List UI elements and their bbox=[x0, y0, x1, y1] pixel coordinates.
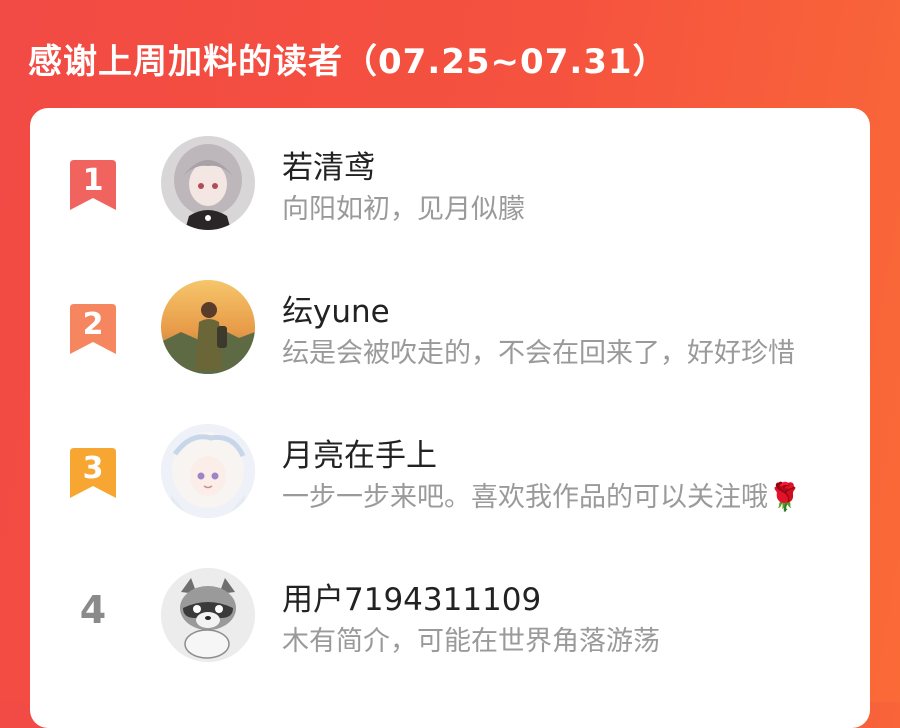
rank-ribbon-2-icon: 2 bbox=[70, 304, 116, 354]
reader-name[interactable]: 用户7194311109 bbox=[282, 574, 541, 619]
rank-number: 1 bbox=[82, 163, 104, 198]
reader-name[interactable]: 月亮在手上 bbox=[282, 430, 437, 475]
rank-number: 4 bbox=[79, 588, 107, 632]
rank-number: 3 bbox=[82, 451, 104, 486]
avatar-anime-white-hair-icon[interactable] bbox=[161, 424, 255, 518]
reader-row[interactable]: 4 用户7194311109 木有简介，可能在世界角落游荡 bbox=[30, 540, 870, 670]
rank-ribbon-3-icon: 3 bbox=[70, 448, 116, 498]
reader-name[interactable]: 若清鸢 bbox=[282, 142, 375, 187]
reader-row[interactable]: 2 纭yune 纭是会被吹走的，不会在回来了，好好珍惜 bbox=[30, 252, 870, 382]
reader-bio: 纭是会被吹走的，不会在回来了，好好珍惜 bbox=[282, 338, 795, 369]
reader-row[interactable]: 1 若清鸢 向阳如初，见月似朦 bbox=[30, 108, 870, 238]
avatar-anime-girl-icon[interactable] bbox=[161, 136, 255, 230]
rank-ribbon-1-icon: 1 bbox=[70, 160, 116, 210]
rank-number: 2 bbox=[82, 307, 104, 342]
avatar-sunset-traveler-icon[interactable] bbox=[161, 280, 255, 374]
reader-name[interactable]: 纭yune bbox=[282, 286, 390, 331]
page-title: 感谢上周加料的读者（07.25~07.31） bbox=[28, 42, 668, 82]
reader-bio: 木有简介，可能在世界角落游荡 bbox=[282, 626, 660, 657]
reader-bio: 一步一步来吧。喜欢我作品的可以关注哦🌹 bbox=[282, 482, 802, 513]
reader-bio: 向阳如初，见月似朦 bbox=[282, 194, 525, 225]
reader-row[interactable]: 3 月亮在手上 一步一步来吧。喜欢我作品的可以关注哦🌹 bbox=[30, 396, 870, 526]
avatar-raccoon-icon[interactable] bbox=[161, 568, 255, 662]
reader-list-card: 1 若清鸢 向阳如初，见月似朦 2 纭yune 纭是会被吹走的，不会在回来了，好… bbox=[30, 108, 870, 728]
